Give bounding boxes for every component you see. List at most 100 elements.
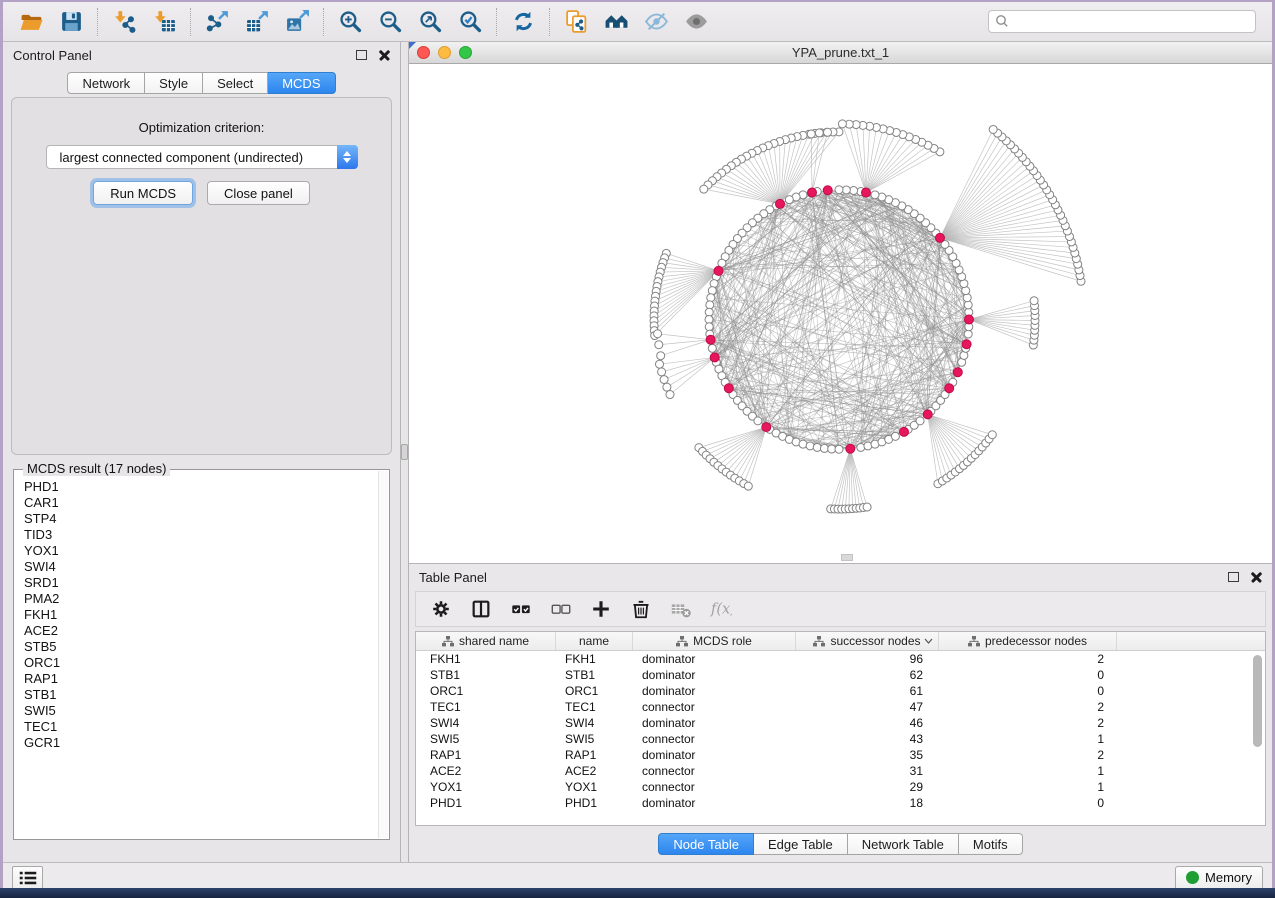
save-session-icon[interactable] (51, 6, 91, 38)
mcds-list-scrollbar[interactable] (378, 471, 388, 838)
table-tab-edge-table[interactable]: Edge Table (754, 833, 848, 855)
mcds-result-item[interactable]: TEC1 (24, 719, 378, 735)
table-row[interactable]: ACE2ACE2connector311 (416, 763, 1265, 779)
mcds-result-item[interactable]: STB5 (24, 639, 378, 655)
toolbar-separator (496, 8, 497, 36)
select-all-icon[interactable] (506, 595, 536, 623)
column-header-name[interactable]: name (556, 632, 633, 650)
zoom-selected-icon[interactable] (450, 6, 490, 38)
search-wrap (988, 10, 1256, 33)
tab-select[interactable]: Select (203, 72, 268, 94)
mcds-result-item[interactable]: GCR1 (24, 735, 378, 751)
tab-style[interactable]: Style (145, 72, 203, 94)
optimization-criterion-select[interactable]: largest connected component (undirected) (46, 145, 358, 169)
refresh-icon[interactable] (503, 6, 543, 38)
mcds-result-item[interactable]: STB1 (24, 687, 378, 703)
float-table-panel-icon[interactable] (1228, 572, 1239, 582)
table-cell: ACE2 (416, 763, 556, 779)
search-icon (995, 14, 1009, 28)
add-row-icon[interactable] (586, 595, 616, 623)
mcds-result-item[interactable]: YOX1 (24, 543, 378, 559)
mcds-result-item[interactable]: TID3 (24, 527, 378, 543)
network-hscroll-thumb[interactable] (841, 554, 853, 561)
toolbar-separator (549, 8, 550, 36)
table-row[interactable]: STB1STB1dominator620 (416, 667, 1265, 683)
tab-network[interactable]: Network (67, 72, 145, 94)
search-input[interactable] (988, 10, 1256, 33)
column-header-MCDS-role[interactable]: MCDS role (633, 632, 796, 650)
table-cell: dominator (633, 747, 796, 763)
show-all-icon[interactable] (676, 6, 716, 38)
memory-button[interactable]: Memory (1175, 866, 1263, 890)
hide-selected-icon[interactable] (636, 6, 676, 38)
table-tab-motifs[interactable]: Motifs (959, 833, 1023, 855)
run-mcds-button[interactable]: Run MCDS (93, 181, 193, 205)
table-cell: SWI5 (416, 731, 556, 747)
mcds-result-item[interactable]: ACE2 (24, 623, 378, 639)
mcds-result-item[interactable]: SRD1 (24, 575, 378, 591)
panel-splitter[interactable] (400, 42, 409, 862)
columns-icon[interactable] (466, 595, 496, 623)
tab-mcds[interactable]: MCDS (268, 72, 335, 94)
table-cell: ORC1 (556, 683, 633, 699)
table-row[interactable]: ORC1ORC1dominator610 (416, 683, 1265, 699)
mcds-result-item[interactable]: PMA2 (24, 591, 378, 607)
table-row[interactable]: TEC1TEC1connector472 (416, 699, 1265, 715)
mcds-result-item[interactable]: FKH1 (24, 607, 378, 623)
mcds-result-item[interactable]: SWI5 (24, 703, 378, 719)
table-row[interactable]: YOX1YOX1connector291 (416, 779, 1265, 795)
table-cell: PHD1 (416, 795, 556, 811)
task-history-button[interactable] (12, 866, 43, 890)
delete-table-icon (666, 595, 696, 623)
delete-row-icon[interactable] (626, 595, 656, 623)
mcds-result-item[interactable]: CAR1 (24, 495, 378, 511)
export-table-icon[interactable] (237, 6, 277, 38)
control-panel-header: Control Panel (3, 42, 400, 68)
first-neighbors-icon[interactable] (596, 6, 636, 38)
float-panel-icon[interactable] (356, 50, 367, 60)
close-panel-button[interactable]: Close panel (207, 181, 310, 205)
table-scrollbar[interactable] (1253, 653, 1263, 823)
table-scrollbar-thumb[interactable] (1253, 655, 1262, 747)
table-cell: YOX1 (416, 779, 556, 795)
memory-button-label: Memory (1205, 870, 1252, 885)
export-network-icon[interactable] (197, 6, 237, 38)
table-row[interactable]: FKH1FKH1dominator962 (416, 651, 1265, 667)
export-image-icon[interactable] (277, 6, 317, 38)
network-canvas[interactable] (409, 64, 1272, 563)
network-window-titlebar[interactable]: YPA_prune.txt_1 (409, 42, 1272, 64)
deselect-all-icon[interactable] (546, 595, 576, 623)
import-network-icon[interactable] (104, 6, 144, 38)
zoom-in-icon[interactable] (330, 6, 370, 38)
table-tab-network-table[interactable]: Network Table (848, 833, 959, 855)
table-row[interactable]: SWI4SWI4dominator462 (416, 715, 1265, 731)
table-row[interactable]: SWI5SWI5connector431 (416, 731, 1265, 747)
table-row[interactable]: RAP1RAP1dominator352 (416, 747, 1265, 763)
duplicate-network-icon[interactable] (556, 6, 596, 38)
mcds-result-item[interactable]: RAP1 (24, 671, 378, 687)
mcds-result-item[interactable]: ORC1 (24, 655, 378, 671)
table-cell: 2 (939, 651, 1117, 667)
desktop-wallpaper-strip (0, 888, 1275, 898)
table-cell: dominator (633, 667, 796, 683)
mcds-result-item[interactable]: STP4 (24, 511, 378, 527)
column-header-shared-name[interactable]: shared name (416, 632, 556, 650)
splitter-grip[interactable] (401, 444, 408, 460)
table-row[interactable]: PHD1PHD1dominator180 (416, 795, 1265, 811)
table-cell: dominator (633, 651, 796, 667)
network-graph[interactable] (409, 64, 1272, 563)
mcds-result-item[interactable]: SWI4 (24, 559, 378, 575)
mcds-result-item[interactable]: PHD1 (24, 479, 378, 495)
open-file-icon[interactable] (11, 6, 51, 38)
close-table-panel-icon[interactable] (1251, 572, 1262, 583)
column-header-predecessor-nodes[interactable]: predecessor nodes (939, 632, 1117, 650)
column-header-successor-nodes[interactable]: successor nodes (796, 632, 939, 650)
settings-icon[interactable] (426, 595, 456, 623)
table-tab-node-table[interactable]: Node Table (658, 833, 754, 855)
mcds-result-list[interactable]: PHD1CAR1STP4TID3YOX1SWI4SRD1PMA2FKH1ACE2… (15, 471, 378, 838)
import-table-icon[interactable] (144, 6, 184, 38)
zoom-out-icon[interactable] (370, 6, 410, 38)
main-toolbar (3, 2, 1272, 42)
zoom-fit-icon[interactable] (410, 6, 450, 38)
close-panel-icon[interactable] (379, 50, 390, 61)
